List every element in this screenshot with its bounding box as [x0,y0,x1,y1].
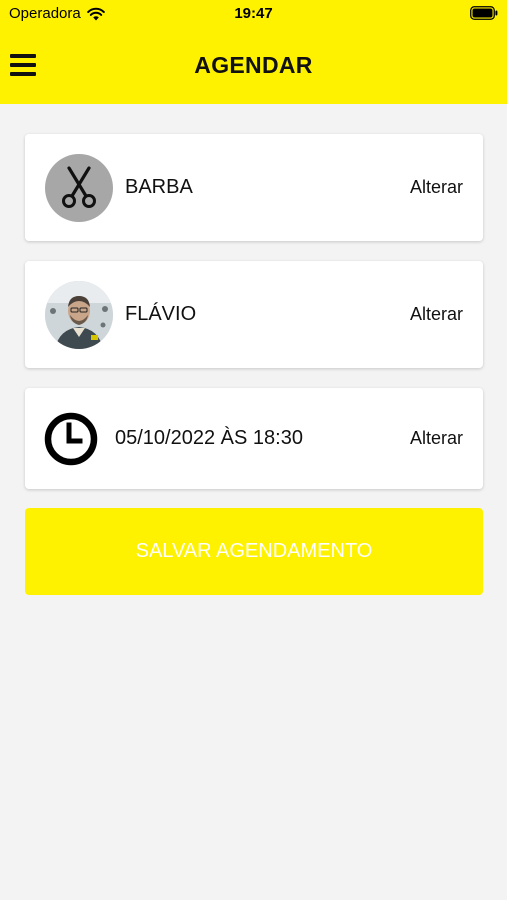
battery-icon [470,6,498,20]
status-bar: Operadora 19:47 [0,0,507,30]
clock-icon [44,412,98,466]
service-card[interactable]: BARBA Alterar [25,134,483,241]
change-professional-link[interactable]: Alterar [410,304,463,325]
datetime-label: 05/10/2022 ÀS 18:30 [115,427,303,449]
service-avatar [45,154,113,222]
scissors-icon [62,166,96,208]
save-appointment-button[interactable]: SALVAR AGENDAMENTO [25,508,483,595]
page-title: AGENDAR [194,52,313,78]
app-header: Operadora 19:47 AGENDAR [0,0,507,104]
professional-avatar [45,281,113,349]
status-time: 19:47 [234,5,273,22]
profile-photo [45,281,113,349]
change-service-link[interactable]: Alterar [410,177,463,198]
datetime-card[interactable]: 05/10/2022 ÀS 18:30 Alterar [25,388,483,489]
professional-card[interactable]: FLÁVIO Alterar [25,261,483,368]
professional-label: FLÁVIO [125,303,197,325]
change-datetime-link[interactable]: Alterar [410,428,463,449]
service-label: BARBA [125,176,193,198]
